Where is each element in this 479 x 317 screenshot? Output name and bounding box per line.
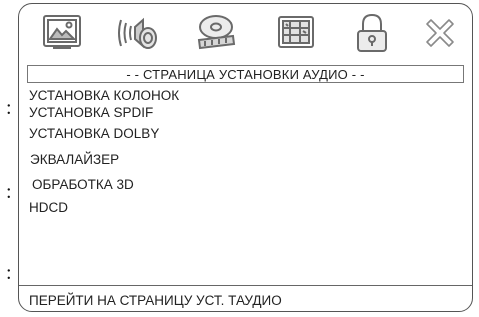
footer-divider xyxy=(19,285,472,286)
side-mark-2: : xyxy=(6,181,12,203)
menu-item-spdif-setup[interactable]: УСТАНОВКА SPDIF xyxy=(29,105,153,120)
footer-hint: ПЕРЕЙТИ НА СТРАНИЦУ УСТ. ТАУДИО xyxy=(29,293,282,308)
setup-menu-panel: - - СТРАНИЦА УСТАНОВКИ АУДИО - - УСТАНОВ… xyxy=(18,3,473,312)
side-mark-3: : xyxy=(6,262,12,284)
audio-settings-menu: УСТАНОВКА КОЛОНОК УСТАНОВКА SPDIF УСТАНО… xyxy=(19,4,472,311)
menu-item-dolby-setup[interactable]: УСТАНОВКА DOLBY xyxy=(29,126,159,141)
side-mark-1: : xyxy=(6,97,12,119)
menu-item-hdcd[interactable]: HDCD xyxy=(29,200,68,215)
menu-item-3d-processing[interactable]: ОБРАБОТКА 3D xyxy=(32,177,134,192)
menu-item-equalizer[interactable]: ЭКВАЛАЙЗЕР xyxy=(30,152,119,167)
menu-item-speaker-setup[interactable]: УСТАНОВКА КОЛОНОК xyxy=(29,88,179,103)
